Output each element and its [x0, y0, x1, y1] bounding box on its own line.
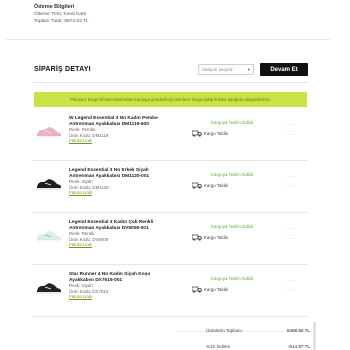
- status-badge: Kargoya Teslim Edildi: [211, 224, 253, 229]
- chevron-down-icon: ▾: [247, 66, 250, 72]
- invoice-link[interactable]: Fatura Linki: [69, 190, 209, 196]
- subtotal-value: 6389.90 TL: [286, 327, 310, 333]
- divider: [32, 82, 308, 83]
- status-badge: Kargoya Teslim Edildi: [211, 120, 253, 125]
- more-icon: · · ·: [287, 122, 295, 128]
- more-icon: · · ·: [287, 288, 295, 294]
- order-totals: Ürünlerin Toplamı 6389.90 TL %10 İndirim…: [206, 322, 310, 350]
- more-icon: · · ·: [287, 278, 295, 284]
- action-select[interactable]: Aksiyon Seçiniz ▾: [198, 64, 254, 75]
- cargo-tracking-label: Kargo Takibi: [204, 183, 229, 188]
- payment-title: Ödeme Bilgileri: [34, 4, 75, 10]
- truck-icon: [192, 234, 202, 241]
- more-icon: · · ·: [287, 226, 295, 232]
- divider: [32, 160, 308, 161]
- truck-icon: [192, 182, 202, 189]
- scrollbar[interactable]: [313, 322, 316, 350]
- list-item: Legend Essential 3 Nn Erkek Siyah Antren…: [34, 168, 307, 210]
- invoice-link[interactable]: Fatura Linki: [69, 138, 209, 144]
- divider: [32, 316, 308, 317]
- cargo-tracking-label: Kargo Takibi: [204, 287, 229, 292]
- shoe-image: [34, 276, 64, 300]
- discount-label: %10 İndirim: [206, 343, 231, 349]
- discount-value: -514.97 TL: [287, 343, 310, 349]
- shoe-image: [34, 224, 64, 248]
- subtotal-label: Ürünlerin Toplamı: [206, 327, 242, 333]
- divider: [32, 264, 308, 265]
- more-icon: · · ·: [287, 184, 295, 190]
- action-select-value: Aksiyon Seçiniz: [202, 67, 233, 72]
- divider: [32, 212, 308, 213]
- cargo-tracking-link[interactable]: Kargo Takibi: [192, 130, 228, 137]
- truck-icon: [192, 130, 202, 137]
- shoe-image: [34, 120, 64, 144]
- list-item: W Legend Essential 3 Nn Kadın Pembe Antr…: [34, 116, 307, 158]
- truck-icon: [192, 286, 202, 293]
- list-item: Star Runner 4 Nn Kadın Siyah Koşu Ayakka…: [34, 272, 307, 314]
- cargo-tracking-label: Kargo Takibi: [204, 131, 229, 136]
- more-icon: · · ·: [287, 132, 295, 138]
- shoe-image: [34, 172, 64, 196]
- payment-type: Ödeme Türü: Kredi Kartı: [34, 12, 87, 17]
- continue-button[interactable]: Devam Et: [260, 63, 308, 76]
- more-icon: · · ·: [287, 174, 295, 180]
- cargo-tracking-label: Kargo Takibi: [204, 235, 229, 240]
- payment-info: Ödeme Bilgileri Ödeme Türü: Kredi Kartı …: [34, 4, 89, 25]
- cargo-tracking-link[interactable]: Kargo Takibi: [192, 182, 228, 189]
- info-banner: Pleaserz kargo firması tarafından kargoy…: [34, 92, 307, 107]
- divider: [6, 39, 330, 40]
- more-icon: · · ·: [287, 236, 295, 242]
- page-title: SİPARİŞ DETAYI: [34, 66, 91, 73]
- invoice-link[interactable]: Fatura Linki: [69, 242, 209, 248]
- payment-total: Toplam Tutar: 5874.93 TL: [34, 19, 89, 24]
- cargo-tracking-link[interactable]: Kargo Takibi: [192, 234, 228, 241]
- status-badge: Kargoya Teslim Edildi: [211, 172, 253, 177]
- status-badge: Kargoya Teslim Edildi: [211, 276, 253, 281]
- list-item: Legend Essential 3 Kadın Çok Renkli Antr…: [34, 220, 307, 262]
- cargo-tracking-link[interactable]: Kargo Takibi: [192, 286, 228, 293]
- invoice-link[interactable]: Fatura Linki: [69, 294, 209, 300]
